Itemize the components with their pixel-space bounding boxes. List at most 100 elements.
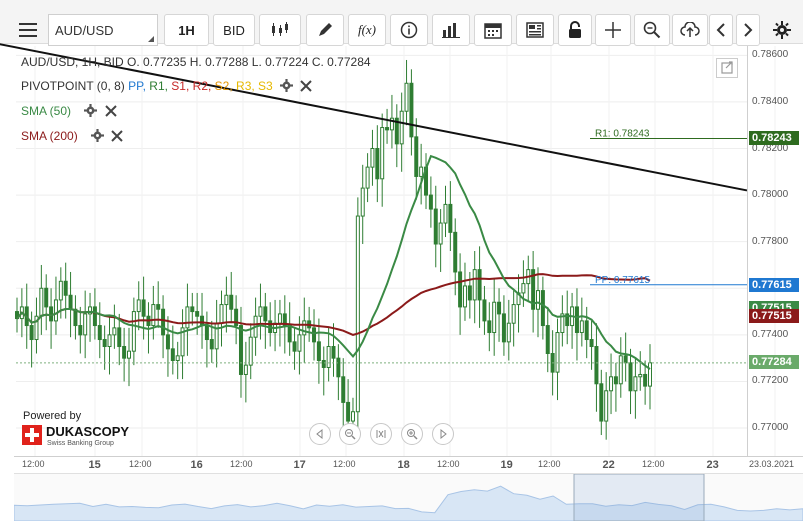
sma200-settings-icon[interactable]	[91, 129, 105, 145]
dukascopy-logo[interactable]: DUKASCOPY Swiss Banking Group	[22, 423, 134, 452]
time-tick-label: 12:00	[333, 459, 356, 469]
time-tick-label: 12:00	[538, 459, 561, 469]
triangle-right-icon	[440, 429, 447, 439]
sma50-settings-icon[interactable]	[84, 104, 98, 120]
pivot-close-icon[interactable]	[300, 79, 313, 95]
candle-body	[365, 166, 370, 189]
candle-body	[594, 346, 599, 385]
candle-body	[633, 376, 638, 392]
candle-body	[83, 313, 88, 336]
price-badge: 0.77515	[749, 309, 799, 324]
price-axis[interactable]: 0.786000.784000.782000.780000.778000.776…	[747, 46, 803, 456]
time-tick-label: 15	[88, 459, 101, 471]
ohlc-text: AUD/USD, 1H, BID O. 0.77235 H. 0.77288 L…	[21, 55, 371, 69]
candle-body	[385, 127, 390, 131]
candle-body	[39, 287, 44, 317]
legend-ohlc: AUD/USD, 1H, BID O. 0.77235 H. 0.77288 L…	[21, 55, 371, 69]
price-badge: 0.77284	[749, 354, 799, 369]
sma200-label: SMA (200)	[21, 129, 78, 144]
time-tick-label: 12:00	[230, 459, 253, 469]
candle-body	[78, 325, 83, 336]
candle-body	[238, 325, 243, 375]
candle-body	[521, 283, 526, 294]
candle-body	[190, 306, 195, 313]
reset-view-button[interactable]	[370, 423, 392, 445]
time-axis[interactable]: 12:00 15 12:00 16 12:00 17 12:00 18 12:00 19 12:00…	[14, 456, 803, 473]
expand-chart-button[interactable]	[716, 58, 738, 78]
zoom-in-button[interactable]	[401, 423, 423, 445]
reset-view-icon	[376, 430, 386, 438]
pivot-item: R1,	[145, 79, 168, 94]
candle-body	[482, 299, 487, 322]
candle-body	[492, 301, 497, 334]
candle-body	[477, 269, 482, 301]
legend-sma50: SMA (50)	[21, 104, 117, 120]
candle-body	[195, 311, 200, 317]
zoom-in-icon	[407, 429, 418, 440]
triangle-left-icon	[316, 429, 323, 439]
time-tick-label: 22	[602, 459, 615, 471]
candle-body	[399, 110, 404, 145]
candle-body	[209, 339, 214, 350]
candle-body	[102, 339, 107, 348]
logo-name: DUKASCOPY	[46, 424, 129, 439]
candle-body	[204, 325, 209, 341]
legend-pivot: PIVOTPOINT (0, 8) PP, R1, S1, R2, S2, R3…	[21, 79, 313, 95]
candle-body	[200, 315, 205, 327]
candle-body	[609, 376, 614, 392]
candle-body	[467, 285, 472, 301]
grid	[16, 46, 776, 456]
candle-body	[584, 320, 589, 341]
candle-body	[112, 327, 117, 336]
candle-body	[151, 304, 156, 327]
price-badge: 0.78243	[749, 131, 799, 146]
candle-body	[136, 299, 141, 313]
candle-body	[375, 148, 380, 180]
powered-by-label: Powered by	[23, 410, 82, 422]
candle-body	[501, 313, 506, 343]
candle-body	[49, 306, 54, 322]
candle-body	[404, 82, 409, 112]
candle-body	[243, 364, 248, 375]
legend-sma200: SMA (200)	[21, 129, 124, 145]
candle-body	[297, 334, 302, 352]
candle-body	[574, 306, 579, 334]
candle-body	[589, 339, 594, 348]
candle-body	[214, 322, 219, 350]
candle-body	[331, 346, 336, 359]
candle-body	[414, 136, 419, 177]
pivot-level-label: PP: 0.77615	[595, 275, 650, 286]
pivot-settings-icon[interactable]	[280, 79, 294, 95]
sma50-close-icon[interactable]	[104, 104, 117, 120]
candle-body	[44, 287, 49, 308]
sma200-close-icon[interactable]	[111, 129, 124, 145]
candle-body	[453, 231, 458, 273]
pivot-item: S2,	[211, 79, 233, 94]
candle-body	[628, 362, 633, 392]
candle-body	[292, 341, 297, 352]
navigator[interactable]	[14, 473, 803, 521]
candle-body	[224, 294, 229, 306]
candle-body	[185, 306, 190, 329]
candle-body	[443, 203, 448, 224]
candle-body	[53, 299, 58, 322]
candle-body	[165, 334, 170, 350]
candle-body	[579, 320, 584, 334]
pivot-item: R2,	[189, 79, 212, 94]
candle-body	[107, 334, 112, 348]
candle-body	[302, 320, 307, 336]
time-tick-label: 18	[397, 459, 410, 471]
candle-body	[126, 350, 131, 359]
time-tick-label: 12:00	[437, 459, 460, 469]
candle-body	[326, 346, 331, 368]
candle-body	[623, 355, 628, 364]
candle-body	[428, 194, 433, 210]
candle-body	[506, 322, 511, 343]
nav-back-button[interactable]	[309, 423, 331, 445]
candle-body	[472, 269, 477, 301]
candle-body	[312, 327, 317, 343]
pivot-item: PP,	[128, 79, 146, 94]
zoom-out-button[interactable]	[339, 423, 361, 445]
nav-forward-button[interactable]	[432, 423, 454, 445]
candle-body	[380, 127, 385, 180]
